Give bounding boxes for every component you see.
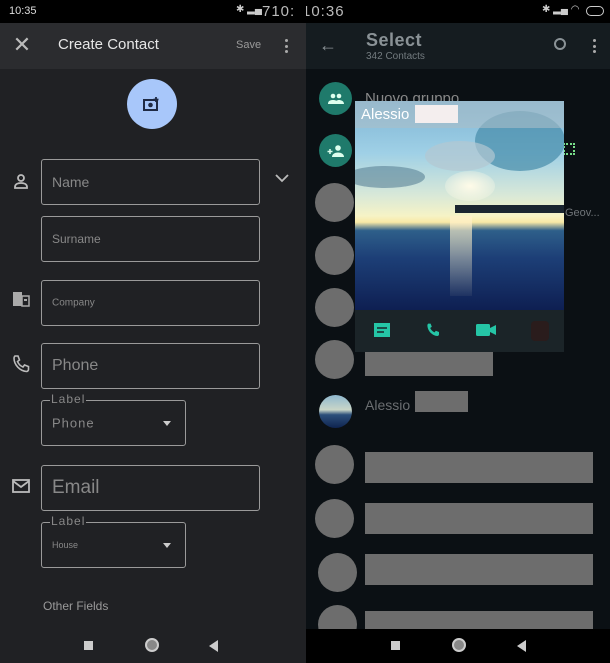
name-field[interactable]: Name	[41, 159, 260, 205]
video-call-icon[interactable]	[476, 324, 496, 336]
contact-avatar[interactable]	[315, 445, 354, 484]
phone-label-legend: Label	[50, 392, 87, 406]
company-placeholder: Company	[52, 297, 95, 309]
bluetooth-signal-icons: ✱ ▂▄	[236, 4, 262, 15]
back-button[interactable]	[517, 640, 526, 652]
more-vert-icon[interactable]	[285, 39, 289, 56]
page-title: Select	[366, 30, 423, 50]
name-placeholder: Name	[52, 174, 90, 190]
battery-icon	[586, 6, 604, 16]
company-icon	[13, 292, 30, 307]
phone-label-value: Phone	[52, 415, 95, 431]
phone-label-dropdown[interactable]: Label Phone	[41, 392, 186, 446]
popup-actions	[355, 310, 564, 352]
select-contact-screen: 10:36 ✱ ▂▄ ◠ ← Select 342 Contacts Nuovo…	[306, 0, 610, 663]
email-label-dropdown[interactable]: Label House	[41, 514, 186, 568]
new-group-icon[interactable]	[319, 82, 352, 115]
redacted-surname	[415, 391, 468, 412]
truncated-contact-name: Geov...	[565, 207, 600, 219]
contact-avatar[interactable]	[315, 236, 354, 275]
email-field[interactable]: Email	[41, 465, 260, 511]
other-fields-link[interactable]: Other Fields	[43, 599, 108, 613]
phone-icon	[13, 355, 30, 373]
status-time: 10:35	[9, 5, 37, 17]
create-contact-screen: 10:35 ✱ ▂▄ 710: ✕ Create Contact Save Na…	[0, 0, 306, 663]
dropdown-arrow-icon	[163, 543, 171, 548]
more-vert-icon[interactable]	[593, 39, 597, 56]
add-photo-icon	[143, 97, 159, 111]
alessio-avatar[interactable]	[319, 395, 352, 428]
status-time-large: 710:	[262, 3, 296, 20]
dropdown-arrow-icon	[163, 421, 171, 426]
email-icon	[12, 479, 30, 493]
recents-button[interactable]	[391, 641, 400, 650]
redacted-contact-name[interactable]	[365, 351, 493, 376]
contact-count: 342 Contacts	[366, 51, 425, 62]
contact-avatar[interactable]	[315, 183, 354, 222]
profile-photo[interactable]	[355, 101, 564, 310]
phone-call-icon[interactable]	[425, 322, 441, 338]
nav-bar	[0, 629, 306, 663]
qr-code-icon[interactable]	[563, 143, 575, 155]
redacted-contact-name[interactable]	[365, 503, 593, 534]
chevron-down-icon[interactable]	[275, 170, 289, 183]
company-field[interactable]: Company	[41, 280, 260, 326]
email-label-legend: Label	[50, 514, 87, 528]
home-button[interactable]	[145, 638, 159, 652]
contact-avatar[interactable]	[318, 553, 357, 592]
home-button[interactable]	[452, 638, 466, 652]
new-contact-icon[interactable]	[319, 134, 352, 167]
surname-field[interactable]: Surname	[41, 216, 260, 262]
alessio-contact-name[interactable]: Alessio	[365, 397, 410, 413]
redacted-surname	[415, 105, 458, 123]
recents-button[interactable]	[84, 641, 93, 650]
back-button[interactable]	[209, 640, 218, 652]
email-label-value: House	[52, 540, 79, 550]
redacted-contact-name[interactable]	[365, 554, 593, 585]
bluetooth-signal-wifi-icons: ✱ ▂▄ ◠	[542, 4, 580, 15]
phone-placeholder: Phone	[52, 357, 99, 374]
back-arrow-icon[interactable]: ←	[319, 35, 337, 56]
add-photo-button[interactable]	[127, 79, 177, 129]
popup-contact-name: Alessio	[361, 106, 410, 123]
page-title: Create Contact	[58, 36, 159, 53]
message-icon[interactable]	[373, 322, 391, 338]
person-icon	[14, 174, 28, 189]
contact-profile-popup: Alessio	[355, 101, 564, 352]
nav-bar	[306, 629, 610, 663]
phone-field[interactable]: Phone	[41, 343, 260, 389]
surname-placeholder: Surname	[52, 232, 101, 246]
info-icon[interactable]	[531, 321, 549, 341]
status-time: 10:36	[306, 3, 345, 20]
contact-avatar[interactable]	[315, 340, 354, 379]
email-placeholder: Email	[52, 477, 100, 498]
close-icon[interactable]: ✕	[12, 34, 32, 56]
status-bar: 10:36 ✱ ▂▄ ◠	[306, 0, 610, 23]
status-bar: 10:35 ✱ ▂▄ 710:	[0, 0, 306, 23]
search-icon[interactable]	[554, 38, 566, 50]
popup-name-bar: Alessio	[355, 101, 564, 128]
contact-avatar[interactable]	[315, 288, 354, 327]
redacted-contact-name[interactable]	[365, 452, 593, 483]
contact-avatar[interactable]	[315, 499, 354, 538]
app-bar: ← Select 342 Contacts	[306, 23, 610, 69]
app-bar: ✕ Create Contact Save	[0, 23, 306, 69]
save-button[interactable]: Save	[236, 39, 261, 51]
